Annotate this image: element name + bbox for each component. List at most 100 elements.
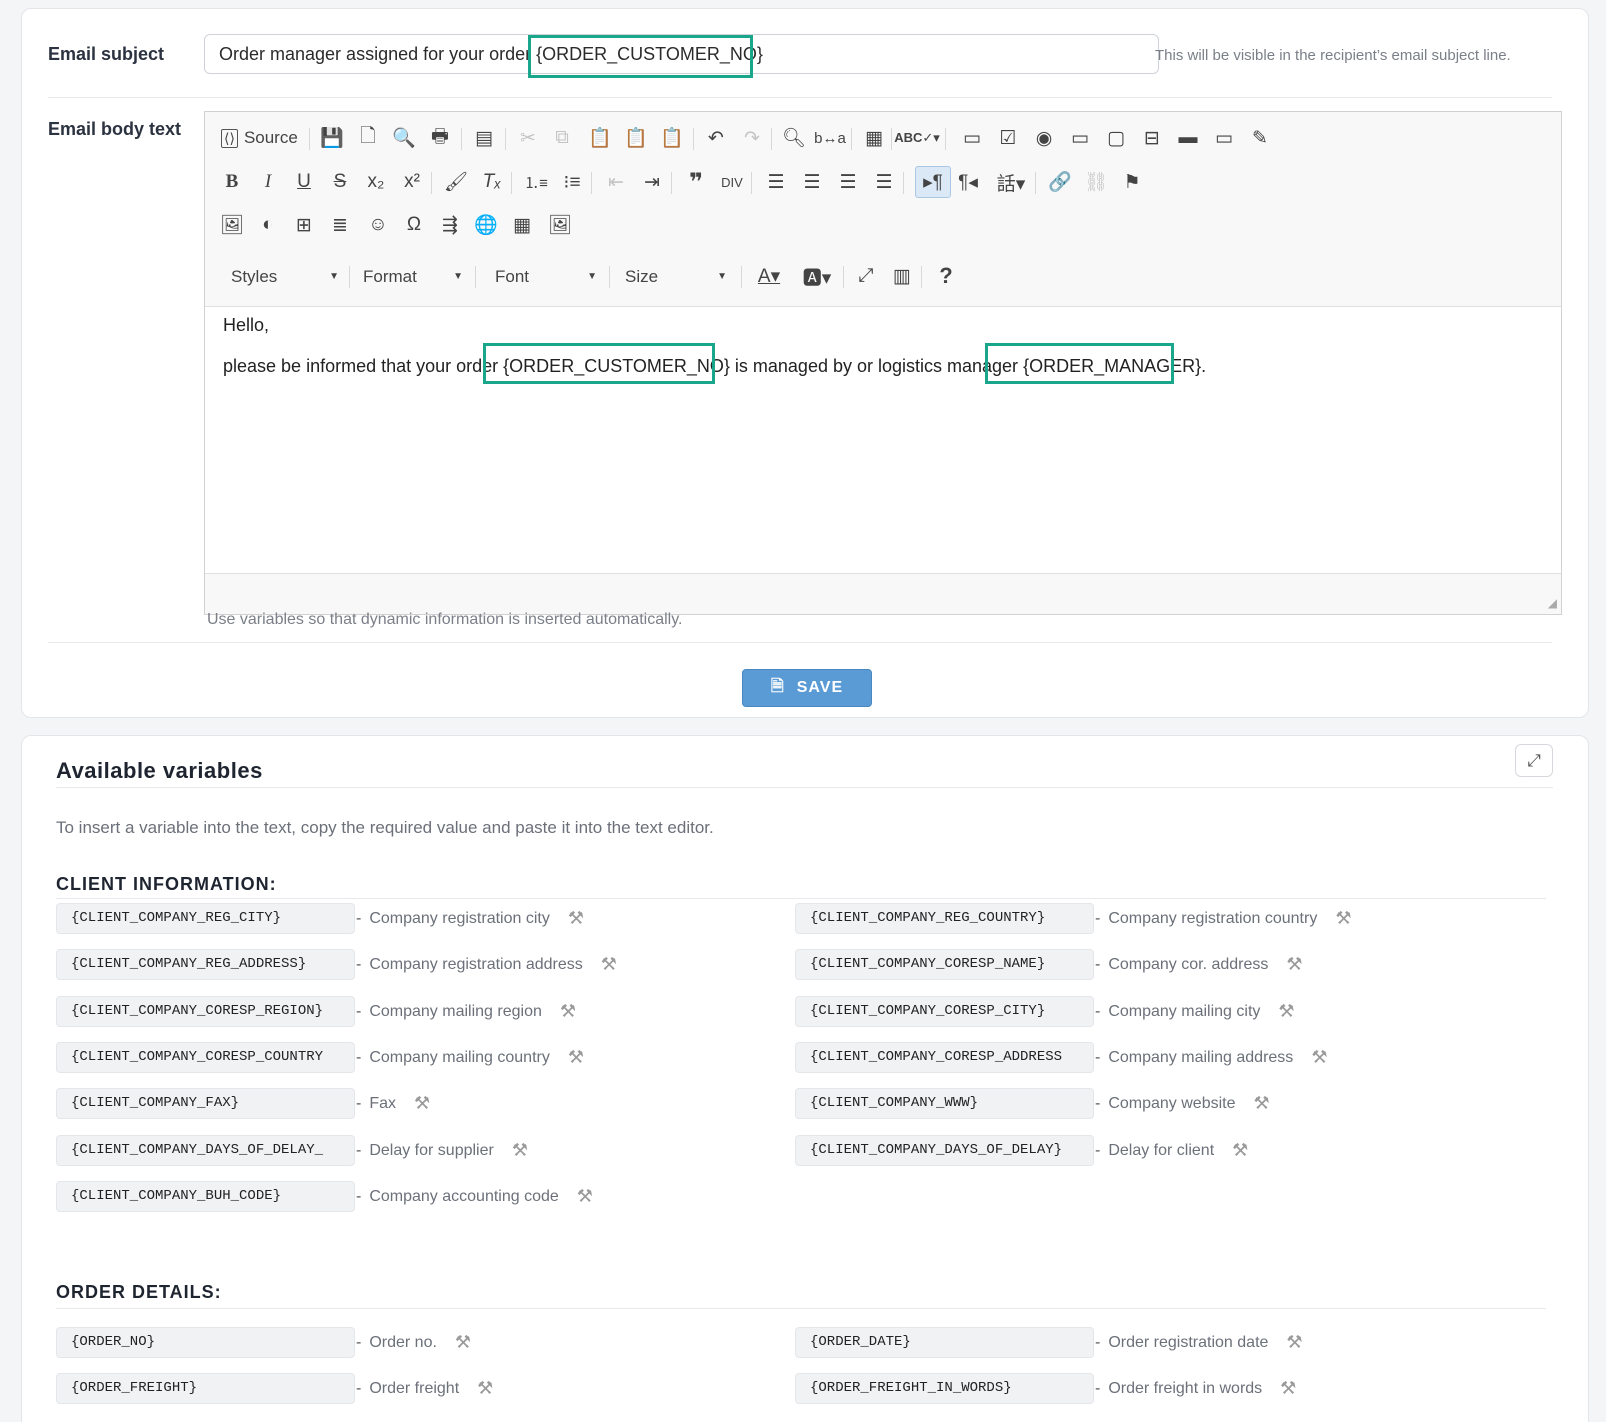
tools-icon[interactable]: ⚒ — [414, 1093, 430, 1114]
format-combo[interactable]: Format ▼ — [363, 262, 463, 292]
variable-code[interactable]: {CLIENT_COMPANY_DAYS_OF_DELAY_ — [56, 1134, 355, 1166]
variable-code[interactable]: {CLIENT_COMPANY_FAX} — [56, 1088, 355, 1120]
anchor-icon[interactable]: ⚑ — [1117, 168, 1147, 196]
language-icon[interactable]: 話▾ — [991, 168, 1031, 196]
cut-icon[interactable]: ✂ — [513, 124, 543, 152]
tools-icon[interactable]: ⚒ — [455, 1332, 471, 1353]
tools-icon[interactable]: ⚒ — [568, 908, 584, 929]
special-char-icon[interactable]: Ω — [399, 211, 429, 239]
table-icon[interactable]: ⊞ — [289, 211, 319, 239]
remove-format-icon[interactable]: Tₓ — [477, 168, 507, 196]
button-field-icon[interactable]: ▬ — [1173, 124, 1203, 152]
flash-icon[interactable]: ◐ — [253, 211, 283, 239]
new-page-icon[interactable]: 🗋 — [353, 124, 383, 152]
tools-icon[interactable]: ⚒ — [577, 1186, 593, 1207]
tools-icon[interactable]: ⚒ — [477, 1378, 493, 1399]
tools-icon[interactable]: ⚒ — [601, 954, 617, 975]
variable-code[interactable]: {CLIENT_COMPANY_CORESP_COUNTRY — [56, 1041, 355, 1073]
blockquote-icon[interactable]: ❞ — [681, 168, 711, 196]
smiley-icon[interactable]: ☺ — [363, 211, 393, 239]
outdent-icon[interactable]: ⇤ — [601, 168, 631, 196]
bold-icon[interactable]: B — [217, 168, 247, 196]
find-icon[interactable]: 🔍︎ — [779, 124, 809, 152]
strikethrough-icon[interactable]: S — [325, 168, 355, 196]
tools-icon[interactable]: ⚒ — [1280, 1378, 1296, 1399]
variable-code[interactable]: {ORDER_NO} — [56, 1327, 355, 1358]
image2-icon[interactable]: 🖼 — [545, 211, 575, 239]
styles-combo[interactable]: Styles ▼ — [231, 262, 339, 292]
superscript-icon[interactable]: x² — [397, 168, 427, 196]
variable-code[interactable]: {CLIENT_COMPANY_REG_CITY} — [56, 903, 355, 934]
hidden-field-icon[interactable]: ✎ — [1245, 124, 1275, 152]
save-button[interactable]: 🗎 SAVE — [742, 669, 872, 707]
indent-icon[interactable]: ⇥ — [637, 168, 667, 196]
numbered-list-icon[interactable]: ⒈≡ — [521, 168, 551, 196]
italic-icon[interactable]: I — [253, 168, 283, 196]
link-icon[interactable]: 🔗 — [1045, 168, 1075, 196]
editor-content-area[interactable]: Hello, please be informed that your orde… — [205, 306, 1561, 574]
variable-code[interactable]: {CLIENT_COMPANY_REG_ADDRESS} — [56, 949, 355, 981]
tools-icon[interactable]: ⚒ — [512, 1140, 528, 1161]
page-break-icon[interactable]: ⇶ — [435, 211, 465, 239]
paste-text-icon[interactable]: 📋 — [621, 124, 651, 152]
ltr-icon[interactable]: ▸¶ — [915, 166, 951, 198]
align-right-icon[interactable]: ☰ — [833, 168, 863, 196]
form-icon[interactable]: ▭ — [957, 124, 987, 152]
expand-button[interactable]: ⤢ — [1515, 744, 1553, 777]
checkbox-icon[interactable]: ☑ — [993, 124, 1023, 152]
tools-icon[interactable]: ⚒ — [1286, 954, 1302, 975]
variable-code[interactable]: {CLIENT_COMPANY_CORESP_REGION} — [56, 995, 355, 1027]
tools-icon[interactable]: ⚒ — [560, 1001, 576, 1022]
help-icon[interactable]: ? — [931, 262, 961, 290]
tools-icon[interactable]: ⚒ — [1232, 1140, 1248, 1161]
tools-icon[interactable]: ⚒ — [568, 1047, 584, 1068]
select-all-icon[interactable]: ▦ — [859, 124, 889, 152]
spellcheck-icon[interactable]: ABC✓▾ — [894, 124, 940, 152]
variable-code[interactable]: {CLIENT_COMPANY_CORESP_NAME} — [795, 949, 1094, 981]
paste-word-icon[interactable]: 📋 — [657, 124, 687, 152]
horizontal-line-icon[interactable]: ≣ — [325, 211, 355, 239]
variable-code[interactable]: {CLIENT_COMPANY_CORESP_ADDRESS — [795, 1041, 1094, 1073]
image-button-icon[interactable]: ▭ — [1209, 124, 1239, 152]
align-left-icon[interactable]: ☰ — [761, 168, 791, 196]
replace-icon[interactable]: b↔a — [814, 124, 846, 152]
variable-code[interactable]: {CLIENT_COMPANY_BUH_CODE} — [56, 1180, 355, 1212]
save-icon[interactable]: 💾 — [317, 124, 347, 152]
textfield-icon[interactable]: ▭ — [1065, 124, 1095, 152]
redo-icon[interactable]: ↷ — [737, 124, 767, 152]
template-grid-icon[interactable]: ▦ — [507, 211, 537, 239]
maximize-icon[interactable]: ⤢ — [851, 262, 881, 290]
subscript-icon[interactable]: x₂ — [361, 168, 391, 196]
radio-icon[interactable]: ◉ — [1029, 124, 1059, 152]
align-center-icon[interactable]: ☰ — [797, 168, 827, 196]
source-button[interactable]: ⟨⟩ Source — [221, 124, 305, 152]
variable-code[interactable]: {CLIENT_COMPANY_WWW} — [795, 1088, 1094, 1120]
select-field-icon[interactable]: ⊟ — [1137, 124, 1167, 152]
resize-handle[interactable]: ◢ — [1548, 596, 1557, 610]
tools-icon[interactable]: ⚒ — [1254, 1093, 1270, 1114]
undo-icon[interactable]: ↶ — [701, 124, 731, 152]
variable-code[interactable]: {ORDER_FREIGHT_IN_WORDS} — [795, 1373, 1094, 1405]
variable-code[interactable]: {CLIENT_COMPANY_REG_COUNTRY} — [795, 903, 1094, 934]
unlink-icon[interactable]: ⛓ — [1081, 168, 1111, 196]
paste-icon[interactable]: 📋 — [585, 124, 615, 152]
copy-icon[interactable]: ⧉ — [547, 124, 577, 152]
div-container-icon[interactable]: DIV — [717, 168, 747, 196]
tools-icon[interactable]: ⚒ — [1278, 1001, 1294, 1022]
iframe-icon[interactable]: 🌐 — [471, 211, 501, 239]
justify-icon[interactable]: ☰ — [869, 168, 899, 196]
variable-code[interactable]: {ORDER_DATE} — [795, 1327, 1094, 1358]
text-color-icon[interactable]: A▾ — [751, 262, 787, 290]
textarea-icon[interactable]: ▢ — [1101, 124, 1131, 152]
bg-color-icon[interactable]: 🅰▾ — [799, 262, 835, 290]
print-icon[interactable]: 🖶 — [425, 124, 455, 152]
underline-icon[interactable]: U — [289, 168, 319, 196]
tools-icon[interactable]: ⚒ — [1311, 1047, 1327, 1068]
tools-icon[interactable]: ⚒ — [1286, 1332, 1302, 1353]
rtl-icon[interactable]: ¶◂ — [953, 168, 983, 196]
variable-code[interactable]: {CLIENT_COMPANY_DAYS_OF_DELAY} — [795, 1134, 1094, 1166]
copy-format-icon[interactable]: 🖌 — [441, 168, 471, 196]
tools-icon[interactable]: ⚒ — [1335, 908, 1351, 929]
variable-code[interactable]: {ORDER_FREIGHT} — [56, 1373, 355, 1405]
templates-icon[interactable]: ▤ — [469, 124, 499, 152]
